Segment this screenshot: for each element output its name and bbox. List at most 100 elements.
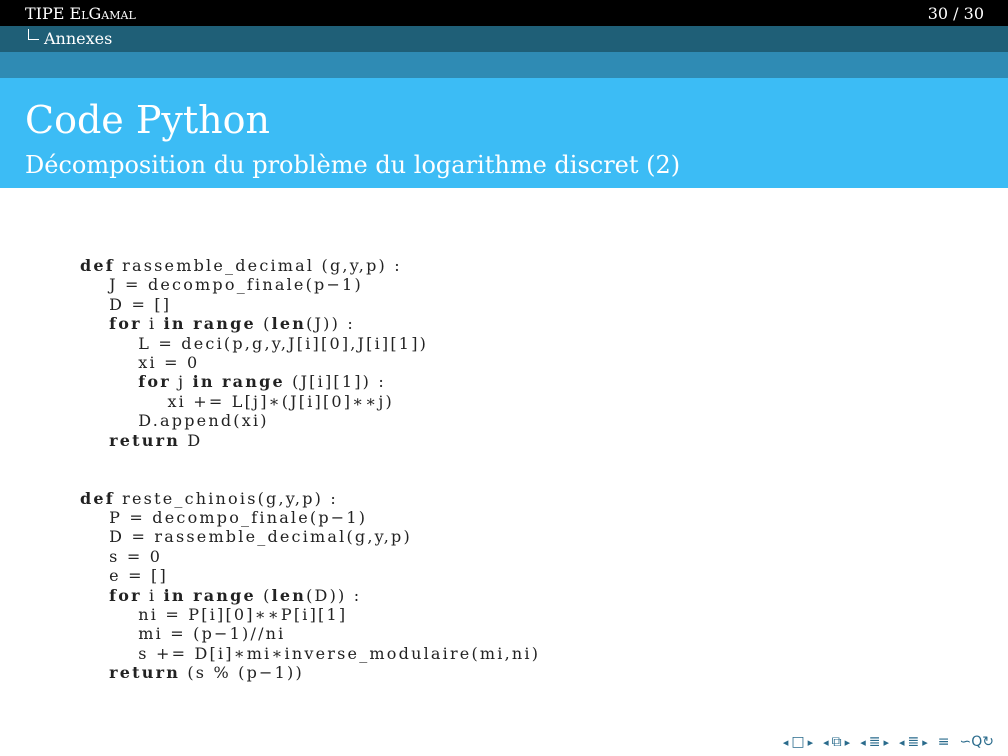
nav-left-arrow-icon[interactable]: ◂ xyxy=(783,736,789,749)
code-text: D.append(xi) xyxy=(138,411,269,431)
nav-section-icon[interactable]: ◂ ≣ ▸ xyxy=(860,734,889,750)
code-keyword: len xyxy=(271,314,307,334)
code-text: ( xyxy=(255,585,272,605)
nav-frame-glyph: □ xyxy=(791,734,805,750)
code-text: i xyxy=(141,314,164,334)
nav-right-arrow-icon[interactable]: ▸ xyxy=(922,736,928,749)
code-keyword: in xyxy=(163,314,186,334)
code-line: s = 0 xyxy=(80,547,540,566)
subsection-hook-icon xyxy=(28,29,39,40)
code-line: e = [] xyxy=(80,566,540,585)
frame-title-bar: Code Python Décomposition du problème du… xyxy=(0,78,1008,188)
code-line: P = decompo_finale(p−1) xyxy=(80,508,540,527)
nav-align-icon[interactable]: ≡ xyxy=(938,734,950,750)
code-block-rassemble-decimal: def rassemble_decimal (g,y,p) : J = deco… xyxy=(80,256,540,450)
code-line: return (s % (p−1)) xyxy=(80,663,540,682)
code-text: xi = 0 xyxy=(138,352,200,372)
code-line: xi += L[j]∗(J[i][0]∗∗j) xyxy=(80,392,540,411)
code-text: ( xyxy=(255,314,272,334)
code-line: def reste_chinois(g,y,p) : xyxy=(80,489,540,508)
code-text: (D)) : xyxy=(306,585,362,605)
code-text: (J[i][1]) : xyxy=(284,372,386,392)
nav-subsection-glyph: ⧉ xyxy=(831,734,842,750)
code-keyword: def xyxy=(80,256,115,275)
code-text: J = decompo_finale(p−1) xyxy=(109,275,363,295)
nav-right-arrow-icon[interactable]: ▸ xyxy=(808,736,814,749)
code-text: mi = (p−1)//ni xyxy=(138,624,286,644)
code-listing: def rassemble_decimal (g,y,p) : J = deco… xyxy=(80,256,540,683)
code-keyword: len xyxy=(271,585,307,605)
code-text: s += D[i]∗mi∗inverse_modulaire(mi,ni) xyxy=(138,643,541,663)
nav-search-icon[interactable]: ∽Q↻ xyxy=(960,734,994,750)
presentation-title-prefix: TIPE xyxy=(25,4,70,23)
code-text: D = rassemble_decimal(g,y,p) xyxy=(109,527,412,547)
code-line: L = deci(p,g,y,J[i][0],J[i][1]) xyxy=(80,334,540,353)
code-keyword: in xyxy=(192,372,215,392)
code-line: D = [] xyxy=(80,295,540,314)
code-keyword: in xyxy=(163,585,186,605)
nav-document-icon[interactable]: ◂ ≣ ▸ xyxy=(899,734,928,750)
nav-left-arrow-icon[interactable]: ◂ xyxy=(860,736,866,749)
nav-right-arrow-icon[interactable]: ▸ xyxy=(845,736,851,749)
code-text: P = decompo_finale(p−1) xyxy=(109,508,368,528)
code-keyword: range xyxy=(193,585,256,605)
code-keyword: for xyxy=(138,372,171,392)
nav-document-glyph: ≣ xyxy=(907,734,920,750)
section-label: Annexes xyxy=(28,29,112,48)
presentation-title-name: ElGamal xyxy=(69,4,136,23)
code-text: ni = P[i][0]∗∗P[i][1] xyxy=(138,605,348,625)
code-text: D = [] xyxy=(109,294,172,314)
nav-frame-icon[interactable]: ◂ □ ▸ xyxy=(783,734,813,750)
spacer-bar xyxy=(0,52,1008,78)
presentation-title: TIPE ElGamal xyxy=(25,4,136,23)
code-text: xi += L[j]∗(J[i][0]∗∗j) xyxy=(167,391,394,411)
code-line: def rassemble_decimal (g,y,p) : xyxy=(80,256,540,275)
code-line: D = rassemble_decimal(g,y,p) xyxy=(80,527,540,546)
nav-left-arrow-icon[interactable]: ◂ xyxy=(823,736,829,749)
code-text: D xyxy=(180,430,203,450)
nav-left-arrow-icon[interactable]: ◂ xyxy=(899,736,905,749)
code-text: (J)) : xyxy=(306,314,355,334)
nav-subsection-icon[interactable]: ◂ ⧉ ▸ xyxy=(823,734,850,750)
nav-right-arrow-icon[interactable]: ▸ xyxy=(883,736,889,749)
code-line: return D xyxy=(80,431,540,450)
code-block-reste-chinois: def reste_chinois(g,y,p) : P = decompo_f… xyxy=(80,489,540,683)
code-text: i xyxy=(141,585,164,605)
code-line: J = decompo_finale(p−1) xyxy=(80,275,540,294)
code-text: reste_chinois(g,y,p) : xyxy=(114,488,338,508)
code-text: rassemble_decimal (g,y,p) : xyxy=(114,256,402,275)
code-text: j xyxy=(170,372,193,392)
code-text: s = 0 xyxy=(109,546,163,566)
nav-section-glyph: ≣ xyxy=(868,734,881,750)
code-text: (s % (p−1)) xyxy=(180,663,304,683)
code-keyword: range xyxy=(222,372,285,392)
code-line: xi = 0 xyxy=(80,353,540,372)
code-keyword: return xyxy=(109,430,181,450)
code-keyword: range xyxy=(193,314,256,334)
code-line: ni = P[i][0]∗∗P[i][1] xyxy=(80,605,540,624)
beamer-navigation: ◂ □ ▸ ◂ ⧉ ▸ ◂ ≣ ▸ ◂ ≣ ▸ ≡ ∽Q↻ xyxy=(783,734,994,750)
code-text: e = [] xyxy=(109,566,168,586)
section-name: Annexes xyxy=(44,29,113,48)
code-text: L = deci(p,g,y,J[i][0],J[i][1]) xyxy=(138,333,429,353)
code-keyword: return xyxy=(109,663,181,683)
code-line: for i in range (len(J)) : xyxy=(80,314,540,333)
page-counter: 30 / 30 xyxy=(927,4,984,23)
